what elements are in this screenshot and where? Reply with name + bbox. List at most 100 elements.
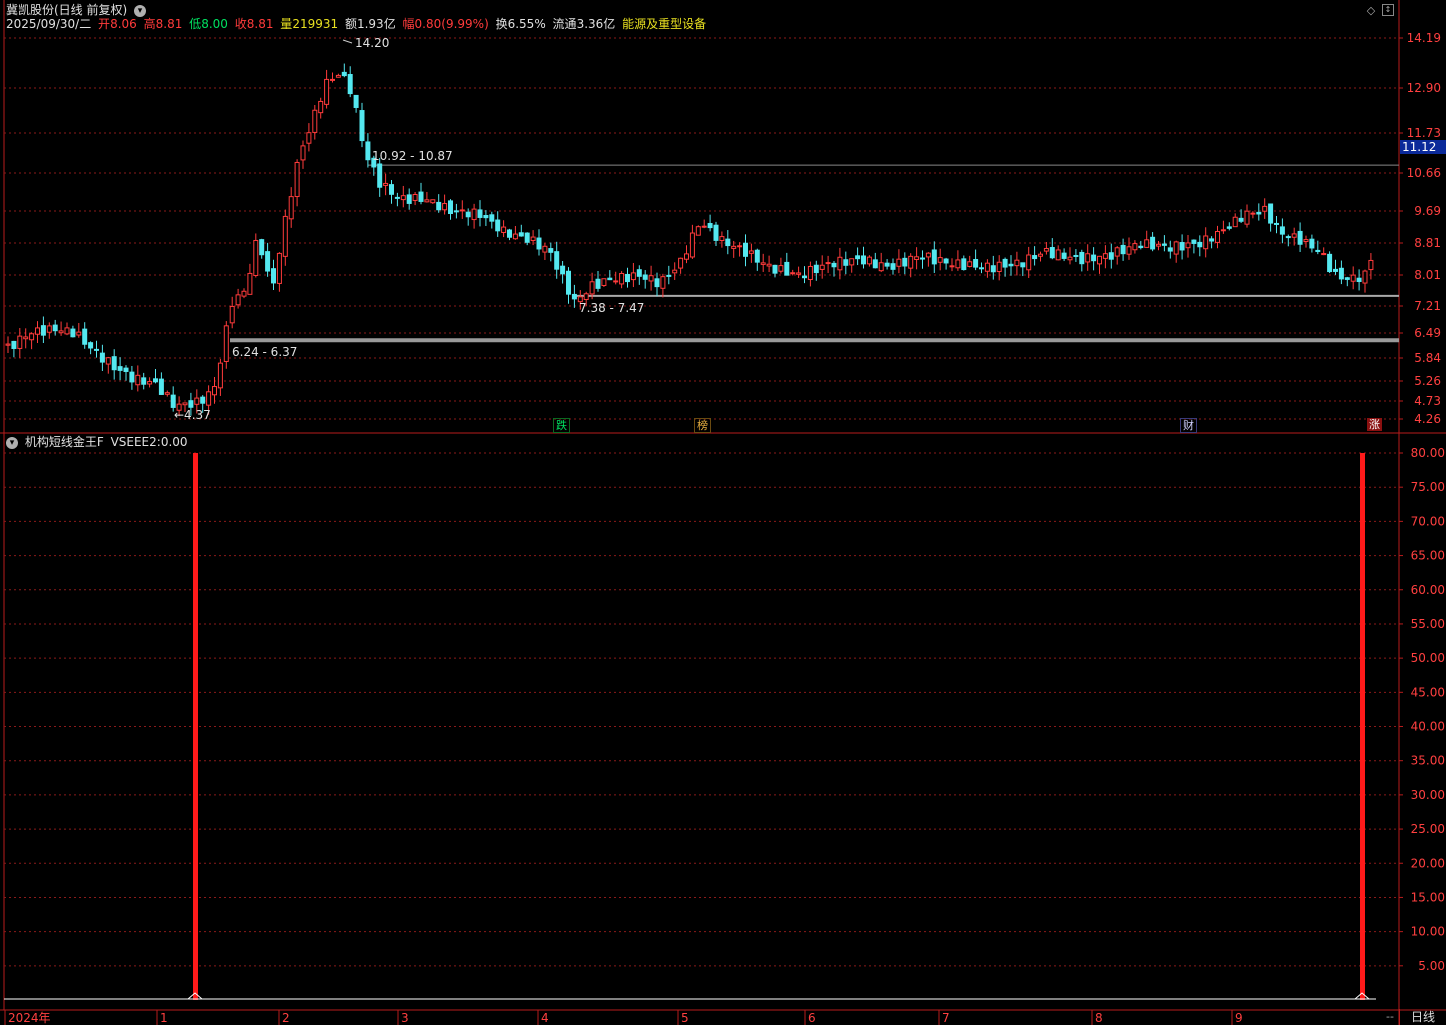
time-tick-label: 5	[681, 1011, 689, 1025]
zone-label-3: 6.24 - 6.37	[232, 345, 297, 359]
candle-body	[206, 391, 212, 406]
chevron-down-icon[interactable]: ▾	[134, 4, 147, 17]
candle-body	[1144, 239, 1150, 248]
candle-body	[188, 400, 194, 408]
candle-body	[1209, 238, 1215, 242]
candle-body	[294, 161, 300, 198]
candle-body	[784, 261, 790, 276]
candle-body	[1067, 256, 1073, 261]
chevron-down-icon[interactable]: ▾	[6, 436, 18, 449]
candle-body	[377, 163, 383, 188]
candle-body	[259, 239, 265, 256]
candle-body	[766, 263, 772, 267]
event-tag-rise[interactable]: 涨	[1367, 418, 1382, 431]
candle-body	[117, 366, 123, 371]
candle-body	[76, 331, 82, 336]
candle-body	[105, 357, 111, 365]
indicator-tick-label: 15.00	[1411, 890, 1445, 904]
period-button[interactable]: 日线	[1399, 1009, 1446, 1025]
candle-body	[701, 225, 707, 228]
candle-body	[849, 258, 855, 266]
price-tick-label: 8.81	[1414, 236, 1441, 250]
float-label: 流通	[552, 17, 577, 31]
more-button[interactable]: --	[1382, 1009, 1398, 1025]
event-tag-fall[interactable]: 跌	[553, 418, 570, 433]
diamond-icon[interactable]: ◇	[1364, 4, 1378, 18]
candle-body	[601, 278, 607, 286]
price-tick-label: 8.01	[1414, 268, 1441, 282]
candle-body	[1232, 216, 1238, 228]
time-tick-label: 9	[1235, 1011, 1243, 1025]
candle-body	[589, 281, 595, 295]
candle-body	[524, 232, 530, 243]
time-tick-label: 7	[942, 1011, 950, 1025]
candle-body	[548, 248, 554, 253]
price-tick-label: 4.73	[1414, 394, 1441, 408]
candle-body	[347, 74, 353, 95]
price-tick-label: 4.26	[1414, 412, 1441, 426]
event-tag-rank[interactable]: 榜	[694, 418, 711, 433]
candle-body	[58, 330, 64, 334]
candle-body	[967, 261, 973, 267]
change-value: 0.80(9.99%)	[414, 17, 489, 31]
candle-body	[973, 259, 979, 268]
candle-body	[542, 245, 548, 253]
candle-body	[1085, 253, 1091, 263]
candle-body	[141, 377, 147, 385]
expand-icon[interactable]: ↕	[1382, 4, 1394, 16]
stock-title: 冀凯股份(日线 前复权) ▾	[6, 3, 149, 17]
candle-body	[807, 265, 813, 280]
turnover-value: 6.55%	[507, 17, 546, 31]
candle-body	[430, 199, 436, 204]
candle-body	[760, 262, 766, 265]
indicator-spike	[1360, 453, 1365, 1000]
candle-body	[1356, 277, 1362, 282]
candle-body	[1150, 236, 1156, 250]
candle-body	[914, 256, 920, 261]
candle-body	[802, 275, 807, 279]
candle-body	[595, 278, 601, 289]
candle-body	[46, 325, 52, 333]
stock-name: 冀凯股份(日线 前复权)	[6, 3, 128, 17]
candle-body	[684, 253, 689, 260]
candle-body	[743, 242, 748, 257]
candle-body	[707, 223, 713, 229]
low-label: 低	[189, 17, 202, 31]
candle-body	[129, 371, 135, 383]
candle-body	[813, 264, 819, 274]
candle-body	[1338, 267, 1344, 280]
candle-body	[920, 257, 925, 260]
price-tick-label: 9.69	[1414, 204, 1441, 218]
candle-body	[82, 328, 88, 345]
indicator-tick-label: 45.00	[1411, 685, 1445, 699]
amount-label: 额	[344, 17, 357, 31]
indicator-series-label: VSEEE2:	[110, 435, 161, 449]
candle-body	[648, 275, 654, 282]
candle-body	[406, 194, 412, 204]
candle-body	[212, 386, 217, 396]
kline-chart[interactable]: 14.19 12.90 11.73 10.66 9.69 8.81 8.01 7.21 6.49…	[0, 0, 1446, 1025]
candle-body	[1274, 222, 1279, 225]
candle-body	[471, 208, 477, 221]
candle-body	[1238, 217, 1244, 222]
candle-body	[925, 252, 931, 258]
event-tag-finance[interactable]: 财	[1180, 418, 1197, 433]
candle-body	[70, 328, 76, 338]
candle-body	[300, 145, 306, 161]
low-annotation: ←4.37	[174, 408, 211, 422]
candle-body	[1191, 239, 1197, 244]
float-value: 3.36亿	[576, 17, 616, 31]
candle-body	[453, 210, 459, 213]
candle-body	[979, 267, 984, 270]
candle-body	[796, 272, 802, 275]
indicator-tick-label: 20.00	[1411, 856, 1445, 870]
candle-body	[111, 356, 117, 371]
sector-label[interactable]: 能源及重型设备	[622, 17, 706, 31]
candle-body	[530, 236, 536, 242]
zone-label-2: 7.38 - 7.47	[579, 301, 644, 315]
candle-body	[1120, 244, 1126, 255]
candle-body	[394, 196, 400, 199]
candle-body	[1126, 246, 1132, 255]
candle-body	[678, 257, 684, 269]
candle-body	[896, 258, 902, 267]
